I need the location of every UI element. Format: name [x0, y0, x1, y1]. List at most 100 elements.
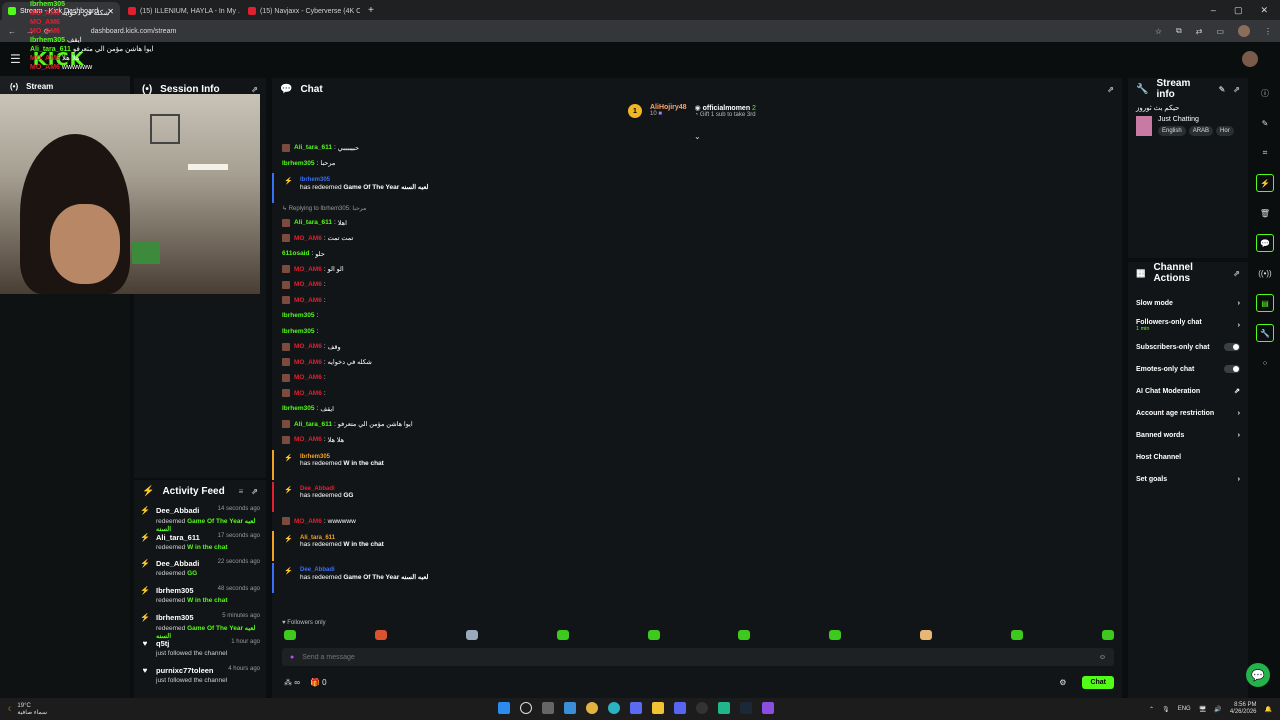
activity-item[interactable]: ⚡ Dee_Abbadi 14 seconds ago redeemed Game O…: [134, 502, 266, 533]
chat-message[interactable]: MO_AM6: الو الو: [272, 262, 1122, 278]
emote-icon[interactable]: [556, 630, 569, 640]
chat-message[interactable]: Ibrhem305:: [272, 324, 1122, 340]
language-indicator[interactable]: ENG: [1178, 706, 1191, 712]
stream-tag[interactable]: Hor: [1216, 126, 1234, 136]
emote-icon[interactable]: [284, 630, 296, 640]
menu-dots-icon[interactable]: ⋮: [1264, 27, 1272, 36]
stream-tag[interactable]: English: [1158, 126, 1186, 136]
chat-message[interactable]: MO_AM6:: [272, 277, 1122, 293]
task-view-icon[interactable]: [542, 702, 554, 714]
lightning-icon[interactable]: ⚡: [1256, 174, 1274, 192]
chat-message[interactable]: MO_AM6: وقف: [272, 339, 1122, 355]
pencil-icon[interactable]: ✎: [1256, 114, 1274, 132]
redeem-message[interactable]: ⚡ Dee_Abbadi has redeemed GG: [272, 481, 1122, 512]
toggle-switch[interactable]: [1224, 365, 1240, 373]
channel-action-item[interactable]: Set goals ›: [1128, 468, 1248, 490]
chat-message[interactable]: Ali_tara_611: حبيببببي: [272, 140, 1122, 156]
mic-icon[interactable]: ●: [290, 654, 294, 661]
browser-tab[interactable]: (15) Navjaxx - Cyberverse (4K C...✕: [242, 2, 360, 20]
chat-username[interactable]: Ibrhem305: [282, 328, 315, 335]
mic-tray-icon[interactable]: 🎙: [1162, 706, 1170, 713]
chat-username[interactable]: Ibrhem305: [282, 160, 315, 167]
emote-icon[interactable]: [1101, 630, 1114, 640]
help-chat-fab[interactable]: 💬: [1246, 663, 1270, 687]
activity-item[interactable]: ♥ purnixc77toleen 4 hours ago just followed…: [134, 662, 266, 689]
chat-username[interactable]: Ibrhem305: [282, 312, 315, 319]
volume-icon[interactable]: 🔊: [1214, 706, 1221, 713]
chat-username[interactable]: MO_AM6: [294, 235, 322, 242]
start-icon[interactable]: [498, 702, 510, 714]
chat-username[interactable]: MO_AM6: [294, 518, 322, 525]
channel-action-item[interactable]: Emotes-only chat: [1128, 358, 1248, 380]
edge-icon[interactable]: [608, 702, 620, 714]
toggle-switch[interactable]: [1224, 343, 1240, 351]
cast-icon[interactable]: ⇄: [1196, 27, 1203, 36]
chat-message[interactable]: MO_AM6:: [272, 386, 1122, 402]
chat-username[interactable]: MO_AM6: [294, 390, 322, 397]
chat-username[interactable]: MO_AM6: [294, 436, 322, 443]
channel-action-item[interactable]: Followers-only chat 1 min ›: [1128, 314, 1248, 336]
widgets-icon[interactable]: [564, 702, 576, 714]
redeem-message[interactable]: ⚡ Dee_Abbadi has redeemed Game Of The Year…: [272, 563, 1122, 593]
redeem-message[interactable]: ⚡ Ibrhem305 has redeemed Game Of The Year …: [272, 173, 1122, 203]
apps-icon[interactable]: ⁘: [1256, 354, 1274, 372]
file-explorer-icon[interactable]: [652, 702, 664, 714]
chat-username[interactable]: MO_AM6: [294, 266, 322, 273]
minimize-icon[interactable]: –: [1211, 5, 1216, 16]
obs-icon[interactable]: [696, 702, 708, 714]
message-input[interactable]: [302, 653, 1091, 661]
channel-action-item[interactable]: Slow mode ›: [1128, 292, 1248, 314]
popout-icon[interactable]: ⇗: [251, 85, 258, 94]
chat-message[interactable]: Ibrhem305:: [272, 308, 1122, 324]
popout-icon[interactable]: ⇗: [1233, 85, 1240, 94]
chat-message[interactable]: MO_AM6: تمت تمت: [272, 231, 1122, 247]
activity-item[interactable]: ⚡ Ali_tara_611 17 seconds ago redeemed W in…: [134, 529, 266, 556]
redeem-message[interactable]: ⚡ Ali_tara_611 has redeemed W in the chat: [272, 531, 1122, 561]
emote-icon[interactable]: [465, 630, 478, 640]
channel-action-item[interactable]: AI Chat Moderation ⇗: [1128, 380, 1248, 402]
app2-icon[interactable]: [762, 702, 774, 714]
chat-send-button[interactable]: Chat: [1082, 675, 1114, 689]
edit-pencil-icon[interactable]: ✎: [1219, 85, 1226, 94]
settings-gear-icon[interactable]: ⚙: [1059, 678, 1066, 687]
chat-message[interactable]: MO_AM6:: [272, 370, 1122, 386]
chat-username[interactable]: MO_AM6: [294, 359, 322, 366]
chat-username[interactable]: MO_AM6: [294, 297, 322, 304]
chat-username[interactable]: MO_AM6: [294, 281, 322, 288]
emote-icon[interactable]: [829, 630, 842, 640]
activity-item[interactable]: ⚡ Ibrhem305 48 seconds ago redeemed W in th…: [134, 582, 266, 609]
close-window-icon[interactable]: ✕: [1260, 5, 1268, 16]
redeem-message[interactable]: ⚡ Ibrhem305 has redeemed W in the chat: [272, 449, 1122, 480]
gifter-leaderboard[interactable]: 1 AliHojiry48 10 ■ ◉ officialmomen 2 ◔ G…: [628, 104, 756, 118]
channel-action-item[interactable]: Banned words ›: [1128, 424, 1248, 446]
gift-counter-icon[interactable]: 🎁 0: [310, 678, 327, 687]
chat-message[interactable]: MO_AM6: هلا هلا: [272, 432, 1122, 448]
activity-item[interactable]: ♥ q5tj 1 hour ago just followed the channel: [134, 635, 266, 662]
new-tab-button[interactable]: +: [368, 5, 374, 16]
channel-action-item[interactable]: Host Channel: [1128, 446, 1248, 468]
broadcast-icon[interactable]: ((•)): [1256, 264, 1274, 282]
sidepanel-icon[interactable]: ▭: [1216, 27, 1224, 36]
popout-icon[interactable]: ⇗: [251, 487, 258, 496]
channel-action-item[interactable]: Account age restriction ›: [1128, 402, 1248, 424]
chat-username[interactable]: Ali_tara_611: [294, 144, 332, 151]
emote-icon[interactable]: [738, 630, 751, 640]
chat-message[interactable]: MO_AM6:: [272, 293, 1122, 309]
popout-icon[interactable]: ⇗: [1233, 269, 1240, 278]
chat-icon[interactable]: 💬: [1256, 234, 1274, 252]
chat-message[interactable]: MO_AM6: شكله في دخوايه: [272, 355, 1122, 371]
notification-icon[interactable]: 🔔: [1265, 706, 1272, 713]
nav-item-stream[interactable]: (•) Stream: [0, 76, 130, 96]
app-icon[interactable]: [718, 702, 730, 714]
extensions-icon[interactable]: ⧉: [1176, 26, 1182, 36]
tools-icon[interactable]: 🔧: [1256, 324, 1274, 342]
chat-message[interactable]: Ali_tara_611: اهلا: [272, 215, 1122, 231]
tray-chevron-icon[interactable]: ⌃: [1149, 706, 1154, 713]
popout-icon[interactable]: ⇗: [1107, 85, 1114, 94]
steam-icon[interactable]: [740, 702, 752, 714]
chat-username[interactable]: Ibrhem305: [282, 405, 315, 412]
emote-icon[interactable]: [1011, 630, 1023, 640]
weather-widget[interactable]: ☾ 19°C سماء صافية: [8, 703, 47, 716]
layout-icon[interactable]: ▤: [1256, 294, 1274, 312]
emote-icon[interactable]: [647, 630, 660, 640]
